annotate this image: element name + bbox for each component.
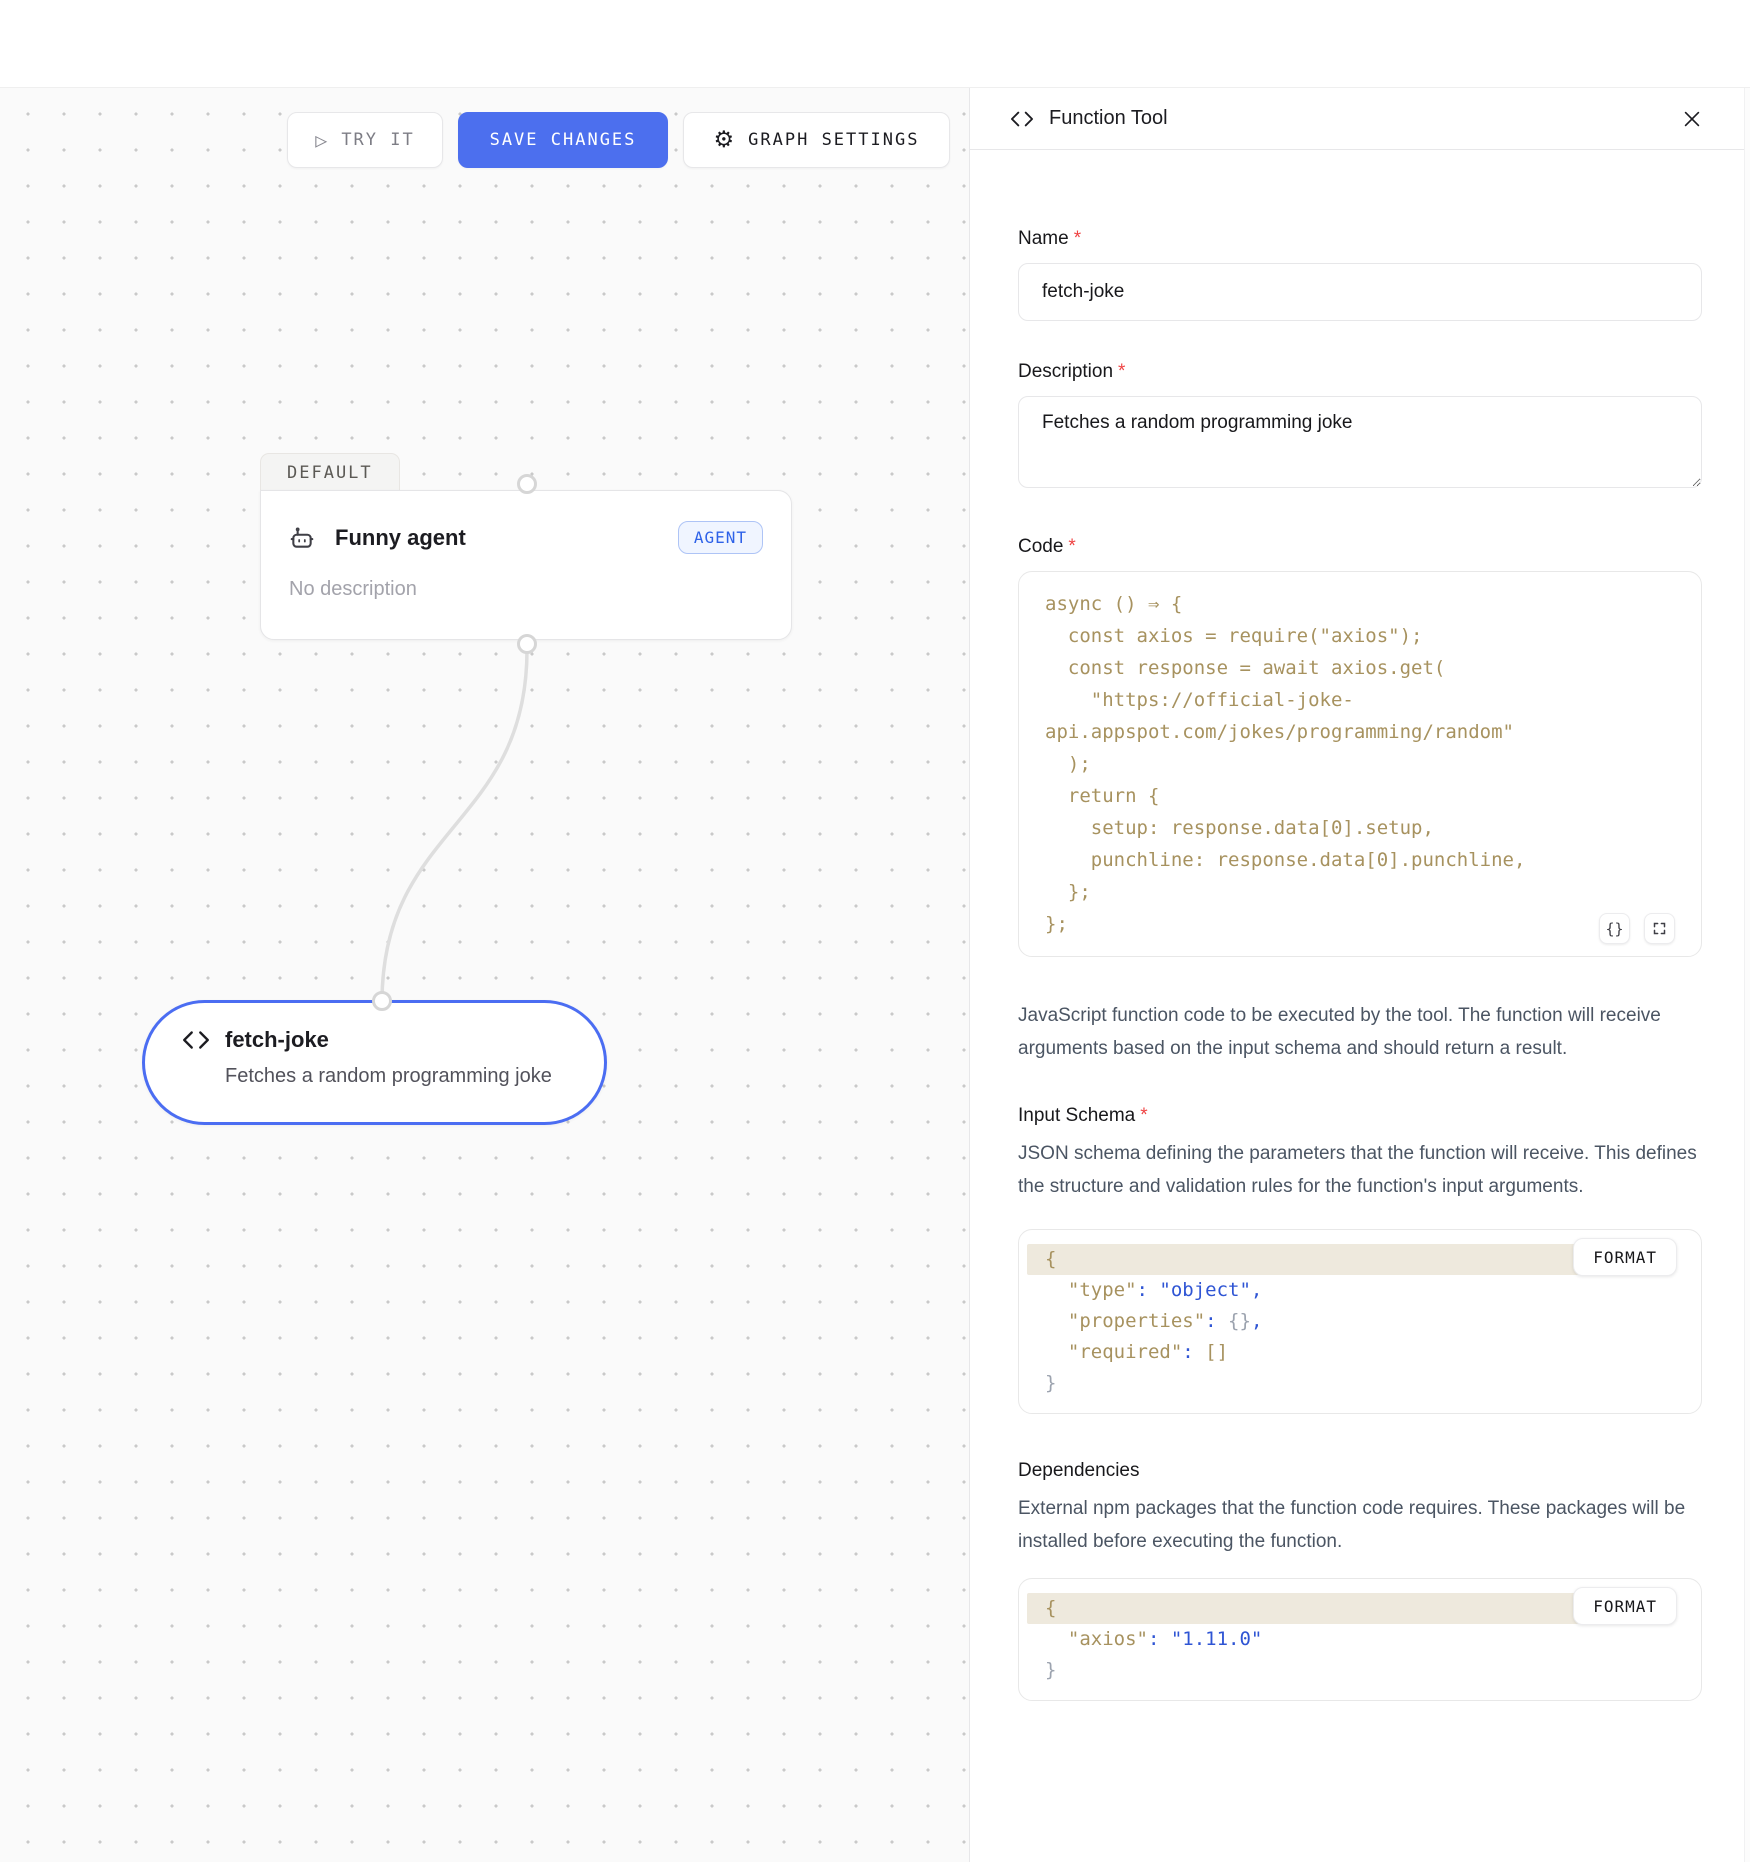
group-tab-default[interactable]: DEFAULT [260, 453, 400, 491]
tool-node-fetch-joke[interactable]: fetch-joke Fetches a random programming … [142, 1000, 607, 1125]
top-bar [0, 0, 1750, 88]
graph-canvas[interactable]: ▷ TRY IT SAVE CHANGES ⚙ GRAPH SETTINGS D… [0, 88, 970, 1862]
agent-node-bottom-handle[interactable] [517, 634, 537, 654]
code-line: }; [1027, 908, 1677, 940]
name-input[interactable] [1018, 263, 1702, 321]
code-line: setup: response.data[0].setup, [1027, 812, 1677, 844]
edge-agent-to-tool[interactable] [382, 650, 527, 1002]
code-line: const axios = require("axios"); [1027, 620, 1677, 652]
agent-node-funny-agent[interactable]: Funny agent AGENT No description [260, 490, 792, 640]
description-field-label: Description* [1018, 361, 1702, 383]
code-help-text: JavaScript function code to be executed … [1018, 999, 1702, 1065]
try-it-button[interactable]: ▷ TRY IT [287, 112, 443, 168]
canvas-toolbar: ▷ TRY IT SAVE CHANGES ⚙ GRAPH SETTINGS [287, 112, 950, 168]
code-line: }; [1027, 876, 1677, 908]
function-tool-panel: Function Tool Name* Description* Fetches… [970, 88, 1750, 1862]
agent-type-badge: AGENT [678, 521, 763, 554]
code-field-label: Code* [1018, 536, 1702, 558]
agent-node-title: Funny agent [335, 525, 466, 551]
code-line: } [1027, 1655, 1677, 1686]
close-panel-button[interactable] [1678, 105, 1706, 133]
app-window: ▷ TRY IT SAVE CHANGES ⚙ GRAPH SETTINGS D… [0, 0, 1750, 1862]
format-braces-button[interactable]: {} [1599, 913, 1630, 944]
code-line: const response = await axios.get( [1027, 652, 1677, 684]
code-line: async () ⇒ { [1027, 588, 1677, 620]
code-line: ); [1027, 748, 1677, 780]
input-schema-help-text: JSON schema defining the parameters that… [1018, 1137, 1702, 1203]
required-asterisk: * [1140, 1105, 1147, 1126]
robot-icon [289, 525, 315, 551]
graph-settings-button[interactable]: ⚙ GRAPH SETTINGS [683, 112, 950, 168]
code-line: "type": "object", [1027, 1275, 1677, 1306]
group-tab-label: DEFAULT [287, 463, 373, 483]
name-field-label: Name* [1018, 228, 1702, 250]
graph-settings-label: GRAPH SETTINGS [748, 130, 919, 150]
play-icon: ▷ [315, 130, 329, 150]
save-changes-button[interactable]: SAVE CHANGES [458, 112, 668, 168]
code-line: "https://official-joke- [1027, 684, 1677, 716]
required-asterisk: * [1118, 361, 1125, 382]
code-brackets-icon [181, 1027, 211, 1053]
panel-header: Function Tool [970, 88, 1750, 150]
dependencies-label: Dependencies [1018, 1460, 1702, 1482]
gear-icon: ⚙ [714, 129, 737, 152]
code-line: "properties": {}, [1027, 1306, 1677, 1337]
input-schema-format-button[interactable]: FORMAT [1573, 1238, 1677, 1276]
code-line: { [1027, 1593, 1579, 1624]
input-schema-editor[interactable]: { "type": "object", "properties": {}, "r… [1018, 1229, 1702, 1414]
code-line: "axios": "1.11.0" [1027, 1624, 1677, 1655]
save-changes-label: SAVE CHANGES [490, 130, 637, 150]
code-line: { [1027, 1244, 1579, 1275]
code-line: api.appspot.com/jokes/programming/random… [1027, 716, 1677, 748]
panel-title: Function Tool [1049, 107, 1168, 130]
tool-node-title: fetch-joke [225, 1027, 329, 1053]
close-icon [1681, 108, 1703, 130]
try-it-label: TRY IT [341, 130, 414, 150]
panel-body: Name* Description* Fetches a random prog… [970, 150, 1750, 1701]
edge-layer [0, 88, 970, 1862]
code-line: "required": [] [1027, 1337, 1677, 1368]
expand-fullscreen-button[interactable] [1644, 913, 1675, 944]
tool-node-description: Fetches a random programming joke [225, 1065, 574, 1088]
agent-node-description: No description [289, 578, 763, 601]
agent-node-top-handle[interactable] [517, 474, 537, 494]
input-schema-label: Input Schema* [1018, 1105, 1702, 1127]
expand-icon [1652, 921, 1667, 936]
code-editor[interactable]: async () ⇒ { const axios = require("axio… [1018, 571, 1702, 957]
required-asterisk: * [1074, 228, 1081, 249]
tool-node-top-handle[interactable] [372, 991, 392, 1011]
code-line: punchline: response.data[0].punchline, [1027, 844, 1677, 876]
dependencies-format-button[interactable]: FORMAT [1573, 1587, 1677, 1625]
description-textarea[interactable]: Fetches a random programming joke [1018, 396, 1702, 488]
panel-scrollbar[interactable] [1744, 88, 1750, 1862]
dependencies-editor[interactable]: { "axios": "1.11.0"} FORMAT [1018, 1578, 1702, 1701]
code-line: } [1027, 1368, 1677, 1399]
code-line: return { [1027, 780, 1677, 812]
code-brackets-icon [1009, 108, 1035, 130]
required-asterisk: * [1068, 536, 1075, 557]
dependencies-help-text: External npm packages that the function … [1018, 1492, 1702, 1558]
